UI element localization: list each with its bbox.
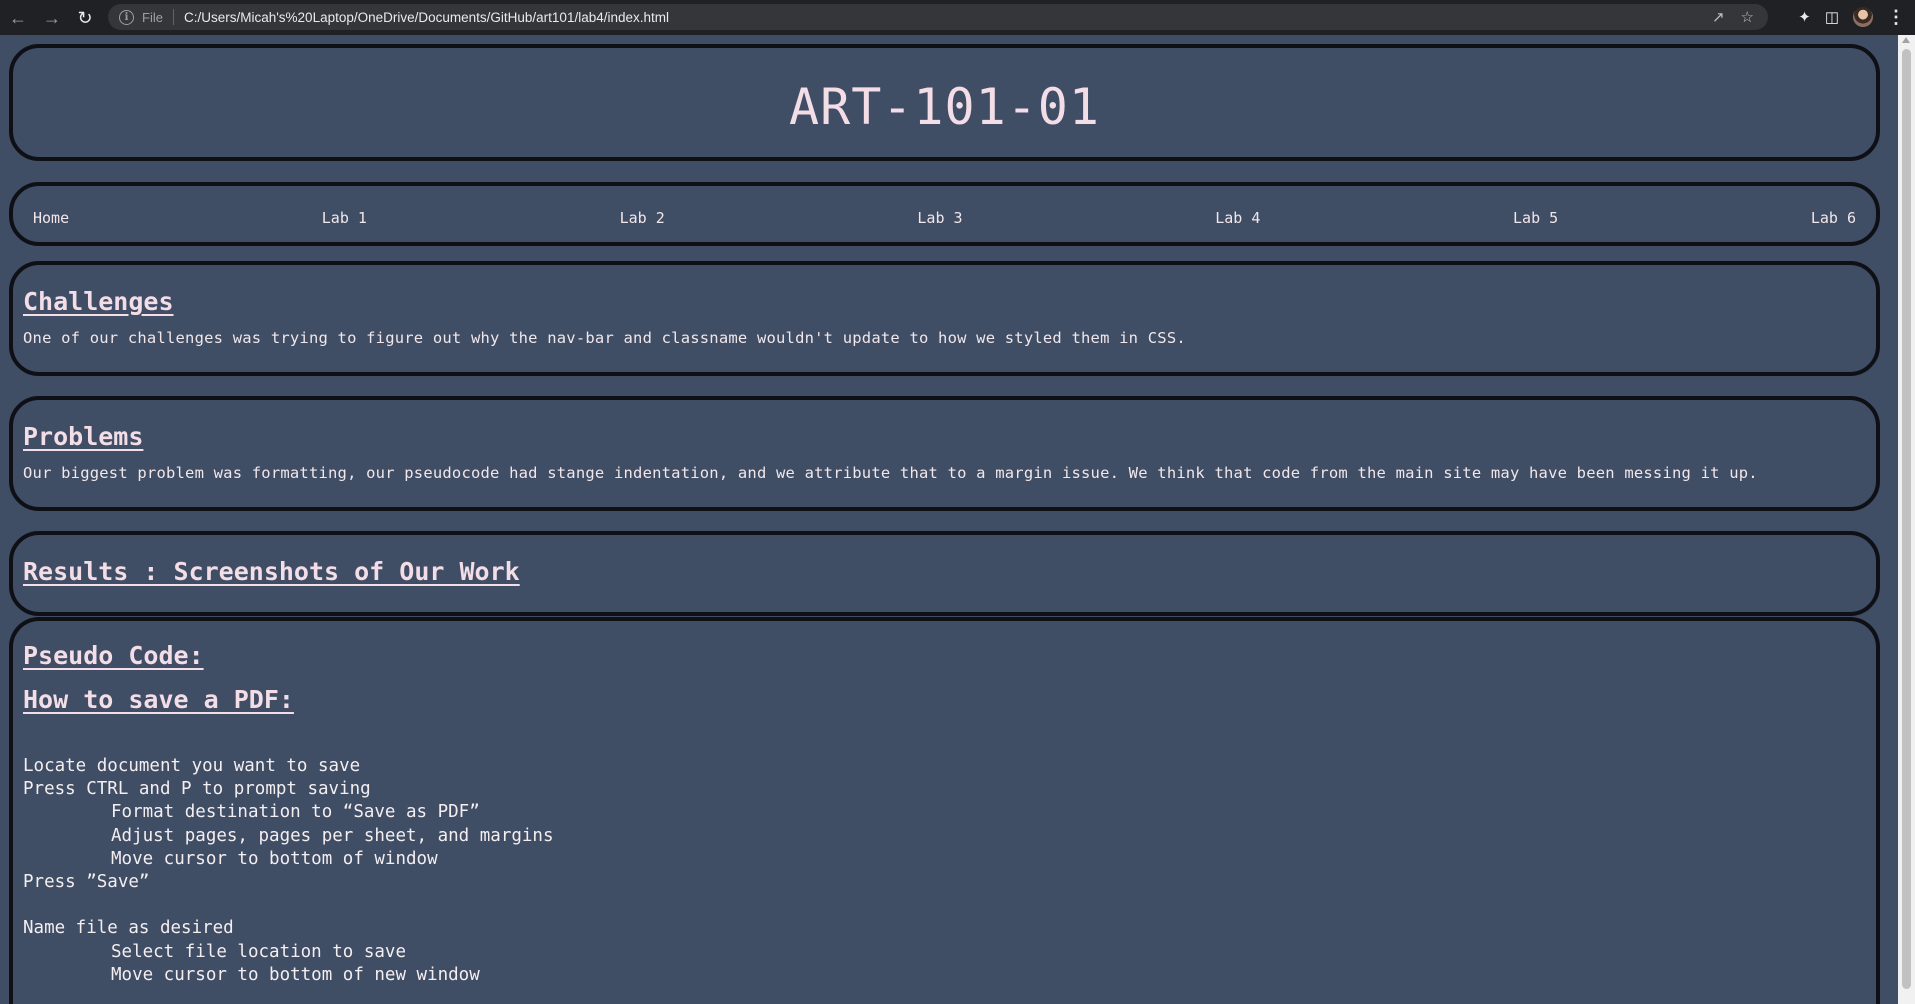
- page-content: ART-101-01 Home Lab 1 Lab 2 Lab 3 Lab 4 …: [0, 35, 1898, 1004]
- nav-item-lab-1[interactable]: Lab 1: [322, 209, 367, 227]
- nav-bar: Home Lab 1 Lab 2 Lab 3 Lab 4 Lab 5 Lab 6: [9, 182, 1880, 246]
- nav-item-lab-4[interactable]: Lab 4: [1215, 209, 1260, 227]
- challenges-text: One of our challenges was trying to figu…: [23, 329, 1186, 347]
- challenges-section: Challenges One of our challenges was try…: [9, 261, 1880, 376]
- nav-item-lab-2[interactable]: Lab 2: [620, 209, 665, 227]
- scheme-label: File: [142, 9, 163, 25]
- omnibox-divider: [172, 9, 174, 25]
- url-text[interactable]: C:/Users/Micah's%20Laptop/OneDrive/Docum…: [184, 10, 669, 25]
- problems-heading: Problems: [23, 422, 144, 451]
- pseudo-code-line: Press ”Save”: [23, 871, 150, 892]
- profile-avatar-icon[interactable]: [1853, 7, 1873, 27]
- info-icon[interactable]: i: [119, 9, 134, 25]
- pseudo-code-line: Select file location to save: [111, 941, 407, 962]
- address-bar[interactable]: i File C:/Users/Micah's%20Laptop/OneDriv…: [108, 4, 1768, 30]
- pseudo-code-block: Locate document you want to save Press CT…: [23, 755, 554, 987]
- pseudo-code-line: Move cursor to bottom of window: [111, 848, 438, 869]
- problems-text: Our biggest problem was formatting, our …: [23, 464, 1758, 482]
- pseudo-code-line: Adjust pages, pages per sheet, and margi…: [111, 825, 554, 846]
- nav-item-home[interactable]: Home: [33, 209, 69, 227]
- share-icon[interactable]: ↗: [1712, 8, 1725, 26]
- reload-icon[interactable]: ↻: [73, 6, 97, 30]
- challenges-heading: Challenges: [23, 287, 174, 316]
- header-box: ART-101-01: [9, 44, 1880, 161]
- scroll-up-arrow-icon[interactable]: [1902, 37, 1910, 43]
- pseudo-code-line: Locate document you want to save: [23, 756, 361, 776]
- star-icon[interactable]: ☆: [1741, 8, 1754, 26]
- side-panel-icon[interactable]: ◫: [1825, 8, 1839, 26]
- pseudo-code-line: Move cursor to bottom of new window: [111, 964, 480, 985]
- nav-item-lab-5[interactable]: Lab 5: [1513, 209, 1558, 227]
- results-heading: Results : Screenshots of Our Work: [23, 557, 520, 586]
- page-title: ART-101-01: [788, 78, 1101, 136]
- pseudo-code-line: [23, 894, 554, 917]
- scrollbar-thumb[interactable]: [1902, 49, 1911, 989]
- pseudo-code-line: Format destination to “Save as PDF”: [111, 802, 480, 823]
- back-icon[interactable]: ←: [6, 6, 30, 30]
- nav-item-lab-6[interactable]: Lab 6: [1811, 209, 1856, 227]
- nav-item-lab-3[interactable]: Lab 3: [917, 209, 962, 227]
- forward-icon[interactable]: →: [40, 6, 64, 30]
- problems-section: Problems Our biggest problem was formatt…: [9, 396, 1880, 511]
- pseudo-code-section: Pseudo Code: How to save a PDF: Locate d…: [9, 617, 1880, 1004]
- results-section: Results : Screenshots of Our Work: [9, 531, 1880, 616]
- nav-list: Home Lab 1 Lab 2 Lab 3 Lab 4 Lab 5 Lab 6: [33, 209, 1856, 227]
- extensions-icon[interactable]: ✦: [1798, 8, 1811, 26]
- menu-icon[interactable]: ⋮: [1887, 8, 1905, 26]
- browser-toolbar: ← → ↻ i File C:/Users/Micah's%20Laptop/O…: [0, 0, 1915, 35]
- pseudo-code-line: Name file as desired: [23, 918, 234, 939]
- vertical-scrollbar[interactable]: [1898, 35, 1915, 1004]
- pseudo-code-line: Press CTRL and P to prompt saving: [23, 779, 371, 800]
- pseudo-code-heading: Pseudo Code:: [23, 641, 204, 670]
- save-pdf-heading: How to save a PDF:: [23, 685, 294, 714]
